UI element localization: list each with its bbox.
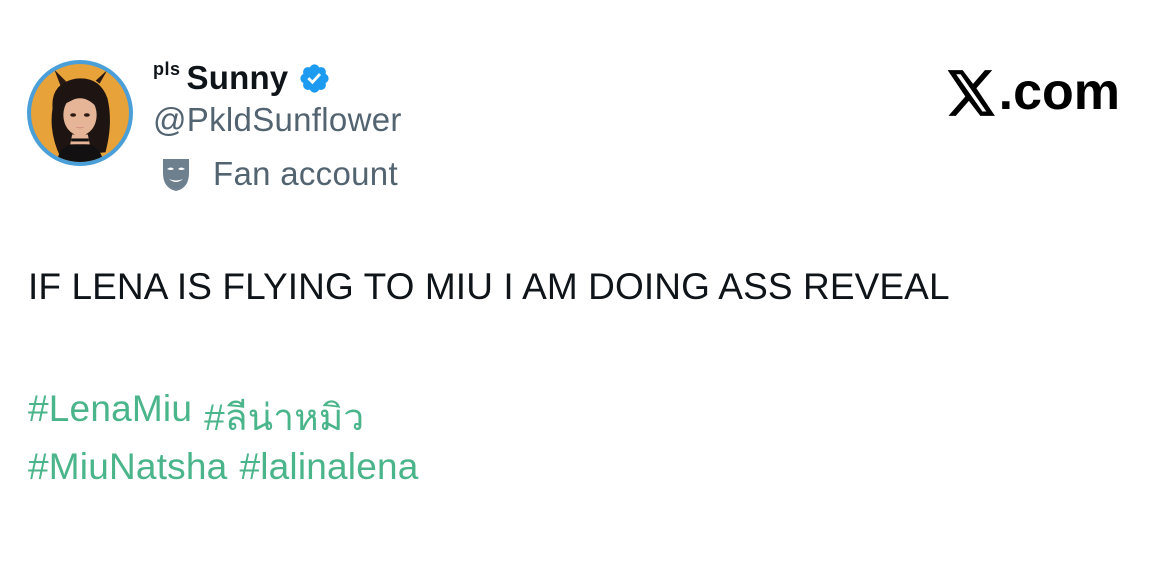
- x-logo-icon: [947, 69, 997, 116]
- avatar-image: [31, 64, 129, 162]
- display-name[interactable]: Sunny: [187, 59, 289, 97]
- hashtag-line: #MiuNatsha #lalinalena: [28, 446, 419, 488]
- verified-badge-icon: [298, 62, 331, 95]
- hashtag-line: #LenaMiu #ลีน่าหมิว: [28, 388, 364, 447]
- account-label-text: Fan account: [213, 155, 398, 192]
- account-label: Fan account: [157, 153, 398, 195]
- mask-icon: [157, 155, 195, 193]
- hashtag-link[interactable]: #MiuNatsha: [28, 446, 227, 488]
- user-handle[interactable]: @PkldSunflower: [153, 101, 402, 139]
- brand-suffix: .com: [998, 63, 1120, 121]
- hashtag-link[interactable]: #lalinalena: [239, 446, 418, 488]
- name-row: pls Sunny: [153, 56, 331, 100]
- post-text: IF LENA IS FLYING TO MIU I AM DOING ASS …: [28, 266, 950, 307]
- hashtag-link[interactable]: #ลีน่าหมิว: [204, 388, 364, 447]
- brand-logo: .com: [947, 62, 1120, 122]
- hashtag-link[interactable]: #LenaMiu: [28, 388, 192, 447]
- name-prefix: pls: [153, 58, 181, 79]
- avatar[interactable]: [27, 60, 133, 166]
